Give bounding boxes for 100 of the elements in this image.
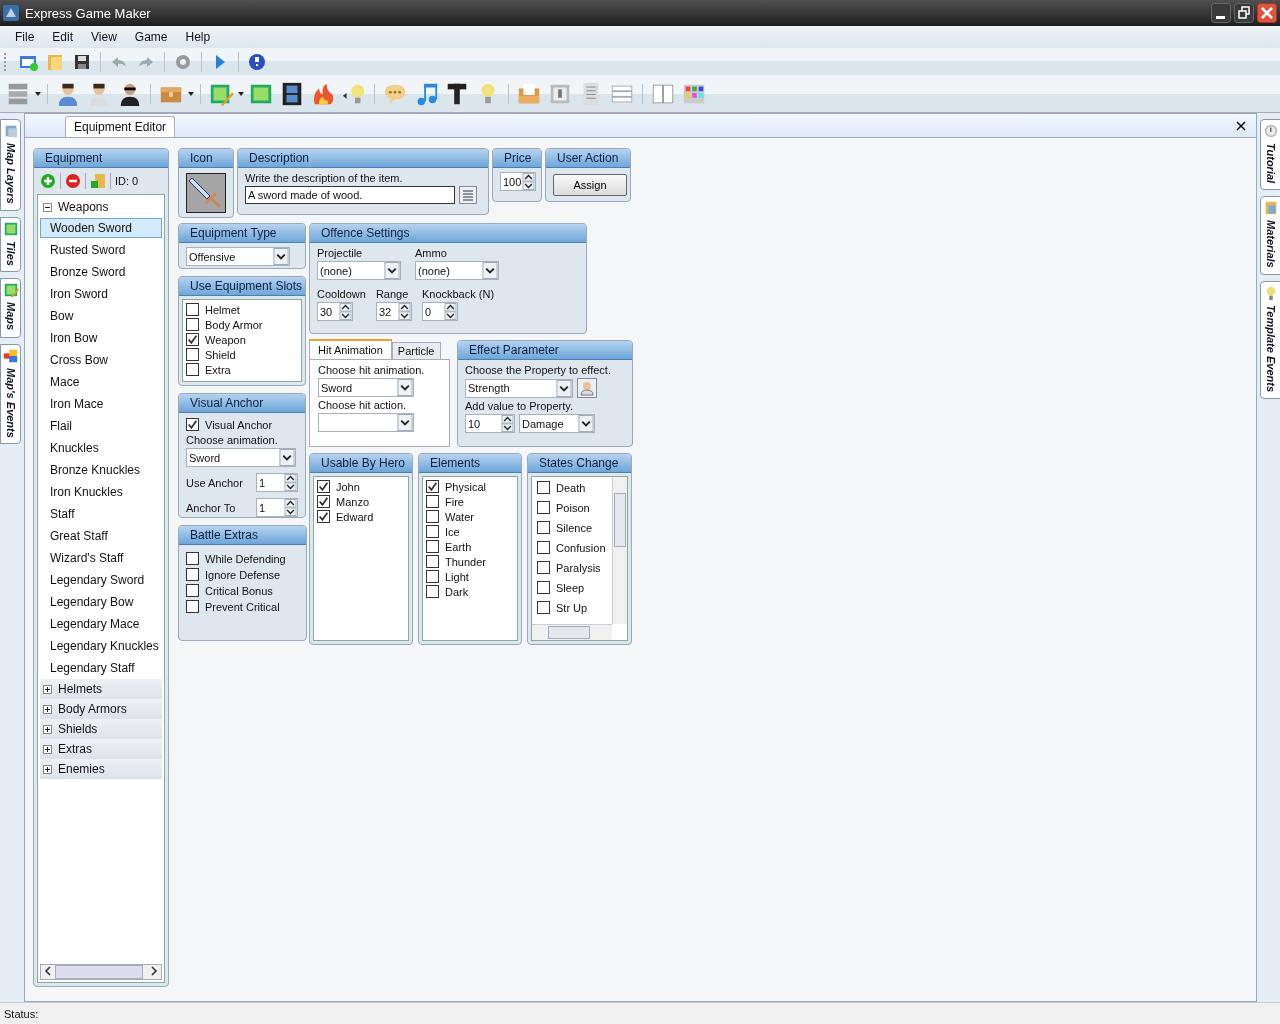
dropdown[interactable]: Offensive [186, 247, 290, 266]
expand-icon[interactable] [43, 724, 52, 734]
text-edit-icon[interactable] [459, 186, 477, 204]
checkbox[interactable] [426, 525, 439, 538]
tab[interactable]: Hit Animation [309, 339, 392, 359]
expand-icon[interactable] [43, 764, 52, 774]
expand-icon[interactable] [43, 684, 52, 694]
tree-item[interactable]: Bronze Sword [40, 262, 162, 282]
tree-item[interactable]: Staff [40, 504, 162, 524]
tree-item[interactable]: Legendary Staff [40, 658, 162, 678]
checkbox[interactable] [537, 481, 550, 494]
number-field[interactable]: 0 [421, 302, 458, 321]
spinner-arrows-icon[interactable] [397, 303, 411, 320]
dock-tab[interactable]: Tutorial [1260, 119, 1280, 191]
checkbox[interactable] [537, 521, 550, 534]
checkbox[interactable] [426, 495, 439, 508]
tree-category[interactable]: Extras [58, 742, 92, 756]
checkbox[interactable] [426, 510, 439, 523]
checkbox[interactable] [537, 501, 550, 514]
spinner-arrows-icon[interactable] [443, 303, 457, 320]
tree-item[interactable]: Bronze Knuckles [40, 460, 162, 480]
checkbox[interactable] [426, 540, 439, 553]
checkbox[interactable] [426, 480, 439, 493]
description-field[interactable]: A sword made of wood. [245, 186, 455, 204]
tree-item[interactable]: Mace [40, 372, 162, 392]
spinner-arrows-icon[interactable] [284, 474, 297, 491]
number-field[interactable]: 100 [500, 172, 536, 191]
restore-button[interactable] [1234, 3, 1254, 23]
dropdown[interactable]: Sword [318, 378, 414, 397]
tree-item[interactable]: Rusted Sword [40, 240, 162, 260]
collapse-icon[interactable] [43, 202, 52, 212]
menu-item[interactable]: Help [176, 30, 220, 44]
chevron-down-icon[interactable] [384, 262, 400, 279]
expand-icon[interactable] [43, 704, 52, 714]
tree-item[interactable]: Flail [40, 416, 162, 436]
tree-item[interactable]: Legendary Knuckles [40, 636, 162, 656]
sword-icon[interactable] [186, 173, 226, 213]
dock-tab[interactable]: Map's Events [0, 343, 21, 445]
chevron-down-icon[interactable] [273, 248, 289, 265]
chevron-down-icon[interactable] [397, 414, 413, 431]
close-icon[interactable] [1236, 120, 1246, 131]
menu-item[interactable]: View [82, 30, 126, 44]
tree-item[interactable]: Iron Mace [40, 394, 162, 414]
number-field[interactable]: 10 [465, 414, 515, 433]
expand-icon[interactable] [43, 744, 52, 754]
checkbox[interactable] [537, 601, 550, 614]
menu-item[interactable]: File [6, 30, 44, 44]
chevron-down-icon[interactable] [279, 449, 295, 466]
horizontal-scrollbar[interactable] [40, 964, 162, 980]
vertical-scrollbar[interactable] [612, 477, 627, 624]
checkbox[interactable] [186, 568, 199, 581]
dropdown[interactable]: (none) [317, 261, 401, 280]
assign-button[interactable]: Assign [553, 174, 627, 196]
caret-icon[interactable] [238, 91, 244, 96]
dropdown[interactable]: Sword [186, 448, 296, 467]
dropdown[interactable]: Strength [465, 378, 573, 398]
spinner-arrows-icon[interactable] [339, 303, 352, 320]
checkbox[interactable] [186, 318, 199, 331]
checkbox[interactable] [317, 480, 330, 493]
help-icon[interactable] [247, 51, 267, 72]
close-button[interactable] [1257, 3, 1277, 23]
checkbox[interactable] [537, 561, 550, 574]
checkbox[interactable] [186, 418, 199, 431]
checkbox[interactable] [186, 552, 199, 565]
tree-category[interactable]: Weapons [58, 200, 109, 214]
dock-tab[interactable]: Template Events [1260, 280, 1280, 399]
tree-item[interactable]: Iron Sword [40, 284, 162, 304]
dock-tab[interactable]: Map Layers [0, 119, 21, 211]
document-tab[interactable]: Equipment Editor [65, 116, 176, 137]
add-icon[interactable] [40, 173, 56, 189]
dropdown[interactable]: (none) [415, 261, 499, 280]
number-field[interactable]: 1 [256, 498, 298, 517]
chevron-down-icon[interactable] [556, 379, 572, 397]
tree-item[interactable]: Legendary Mace [40, 614, 162, 634]
checkbox[interactable] [186, 584, 199, 597]
tree-item[interactable]: Legendary Bow [40, 592, 162, 612]
spinner-arrows-icon[interactable] [501, 415, 514, 432]
checkbox[interactable] [537, 541, 550, 554]
checkbox[interactable] [426, 555, 439, 568]
tab[interactable]: Particle [391, 342, 441, 359]
dock-tab[interactable]: Tiles [0, 216, 21, 273]
dock-tab[interactable]: Maps [0, 278, 21, 338]
tree-item[interactable]: Legendary Sword [40, 570, 162, 590]
tree-item[interactable]: Wooden Sword [40, 218, 162, 238]
chevron-down-icon[interactable] [397, 379, 413, 396]
remove-icon[interactable] [65, 173, 81, 189]
tree-item[interactable]: Iron Bow [40, 328, 162, 348]
checkbox[interactable] [317, 510, 330, 523]
checkbox[interactable] [186, 600, 199, 613]
minimize-button[interactable] [1211, 3, 1231, 23]
chevron-down-icon[interactable] [578, 415, 594, 432]
tree-item[interactable]: Wizard's Staff [40, 548, 162, 568]
checkbox[interactable] [426, 585, 439, 598]
number-field[interactable]: 1 [256, 473, 298, 492]
dock-tab[interactable]: Materials [1260, 196, 1280, 275]
checkbox[interactable] [186, 363, 199, 376]
tree-item[interactable]: Knuckles [40, 438, 162, 458]
chevron-down-icon[interactable] [482, 262, 498, 279]
number-field[interactable]: 30 [317, 302, 353, 321]
checkbox[interactable] [317, 495, 330, 508]
